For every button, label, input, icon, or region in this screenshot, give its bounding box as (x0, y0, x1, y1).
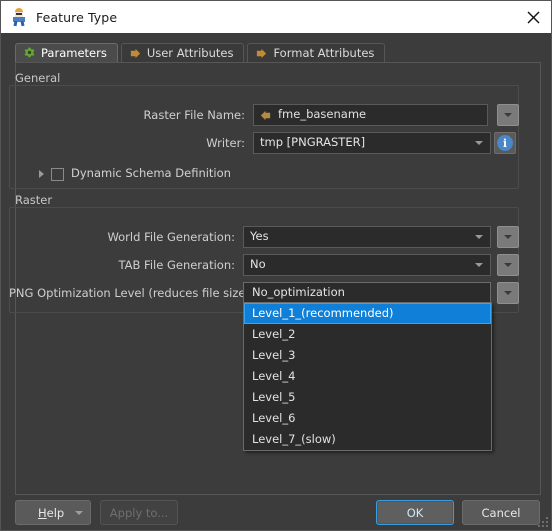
close-icon[interactable] (515, 1, 551, 33)
writer-label: Writer: (206, 136, 245, 150)
chevron-down-icon (475, 141, 483, 145)
tab-file-generation-dropdown-button[interactable] (497, 254, 519, 276)
chevron-down-icon (475, 235, 483, 239)
apply-to-button[interactable]: Apply to... (100, 500, 178, 525)
tab-format-attributes[interactable]: Format Attributes (247, 43, 386, 63)
cancel-label: Cancel (481, 505, 521, 520)
tab-file-generation-value: No (250, 257, 266, 272)
tab-label: User Attributes (146, 45, 234, 60)
ok-button[interactable]: OK (376, 500, 454, 525)
world-file-generation-value: Yes (250, 229, 269, 244)
gear-icon (23, 47, 36, 60)
writer-value: tmp [PNGRASTER] (260, 135, 366, 150)
png-optimization-level-combobox[interactable]: No_optimization (243, 282, 491, 304)
tab-strip: Parameters User Attributes Format Attrib… (15, 43, 388, 63)
tab-file-generation-label: TAB File Generation: (118, 258, 235, 272)
png-optimization-level-label: PNG Optimization Level (reduces file siz… (9, 286, 254, 300)
chevron-right-icon[interactable] (39, 170, 44, 178)
resize-grip[interactable] (538, 517, 548, 527)
world-file-generation-dropdown-button[interactable] (497, 226, 519, 248)
option-level-2[interactable]: Level_2 (244, 324, 491, 345)
help-accel: H (38, 505, 47, 520)
dynamic-schema-row: Dynamic Schema Definition (39, 163, 231, 185)
png-optimization-level-value: No_optimization (252, 285, 345, 300)
raster-file-name-dropdown-button[interactable] (497, 104, 519, 126)
writer-row: Writer: tmp [PNGRASTER] (9, 132, 519, 154)
window-title: Feature Type (36, 9, 118, 25)
option-level-4[interactable]: Level_4 (244, 366, 491, 387)
option-level-7[interactable]: Level_7_(slow) (244, 429, 491, 450)
help-button-label: Help (38, 506, 64, 520)
option-level-3[interactable]: Level_3 (244, 345, 491, 366)
ok-label: OK (406, 505, 424, 520)
world-file-generation-row: World File Generation: Yes (9, 226, 519, 248)
attribute-arrow-icon (259, 109, 272, 122)
chevron-down-icon (75, 510, 83, 515)
feature-type-dialog: Feature Type Parameters User Attributes … (0, 0, 552, 531)
raster-group-title: Raster (15, 193, 53, 207)
raster-file-name-value: fme_basename (278, 107, 367, 122)
tab-label: Parameters (41, 45, 107, 60)
tab-user-attributes[interactable]: User Attributes (120, 43, 245, 63)
writer-combobox[interactable]: tmp [PNGRASTER] (253, 132, 491, 154)
raster-file-name-row: Raster File Name: fme_basename (9, 104, 519, 126)
help-button[interactable]: Help (15, 500, 91, 525)
world-file-generation-label: World File Generation: (107, 230, 235, 244)
apply-to-label: Apply to... (109, 505, 169, 520)
info-icon: i (497, 135, 513, 151)
dynamic-schema-checkbox[interactable] (51, 167, 64, 181)
raster-file-name-label: Raster File Name: (143, 108, 245, 122)
arrow-icon (129, 47, 142, 60)
dynamic-schema-label: Dynamic Schema Definition (71, 166, 231, 181)
feature-type-icon (10, 8, 28, 27)
tab-label: Format Attributes (273, 45, 375, 60)
chevron-down-icon (475, 263, 483, 267)
arrow-icon (255, 47, 268, 60)
world-file-generation-combobox[interactable]: Yes (243, 226, 491, 248)
tab-parameters[interactable]: Parameters (15, 43, 118, 63)
option-level-6[interactable]: Level_6 (244, 408, 491, 429)
option-level-5[interactable]: Level_5 (244, 387, 491, 408)
general-group-title: General (15, 71, 61, 85)
png-optimization-level-row: PNG Optimization Level (reduces file siz… (9, 282, 519, 304)
cancel-button[interactable]: Cancel (462, 500, 540, 525)
option-level-1[interactable]: Level_1_(recommended) (244, 303, 491, 324)
tab-file-generation-combobox[interactable]: No (243, 254, 491, 276)
help-rest: elp (46, 505, 65, 520)
raster-file-name-input[interactable]: fme_basename (253, 104, 488, 126)
tab-file-generation-row: TAB File Generation: No (9, 254, 519, 276)
writer-info-button[interactable]: i (494, 132, 516, 154)
png-optimization-level-dropdown-button[interactable] (497, 282, 519, 304)
title-bar: Feature Type (1, 1, 551, 33)
png-optimization-level-options-popup: Level_1_(recommended) Level_2 Level_3 Le… (243, 302, 492, 451)
